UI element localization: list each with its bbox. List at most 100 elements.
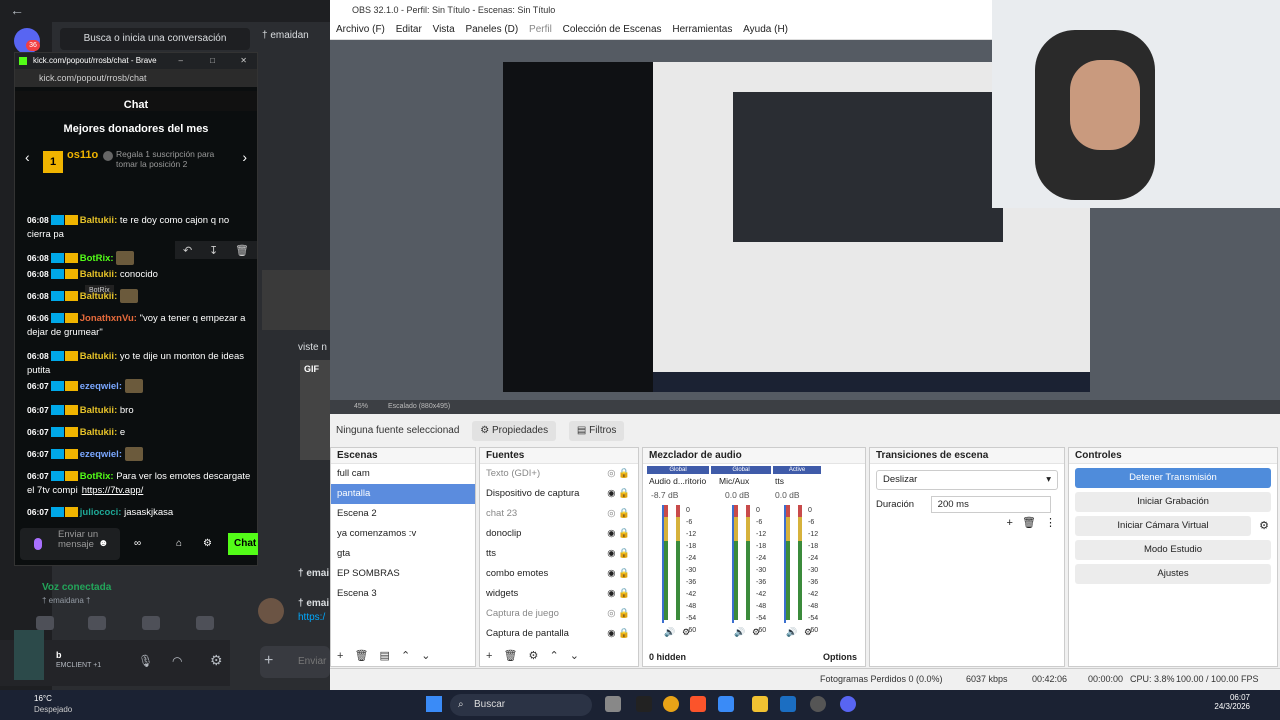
chat-message[interactable]: 06:07 Baltukii: e	[27, 425, 253, 440]
gear-icon[interactable]: ⚙	[682, 627, 690, 638]
screen-share-icon[interactable]	[88, 616, 106, 630]
soundboard-icon[interactable]	[196, 616, 214, 630]
speaker-icon[interactable]: 🔊	[664, 627, 675, 638]
send-chat-button[interactable]: Chat	[228, 533, 258, 555]
properties-button[interactable]: ⚙ Propiedades	[472, 421, 557, 441]
popup-address-bar[interactable]: kick.com/popout/rrosb/chat	[15, 69, 257, 87]
camera-off-icon[interactable]	[36, 616, 54, 630]
gear-icon[interactable]: ⚙	[804, 627, 812, 638]
menu-coleccion-escenas[interactable]: Colección de Escenas	[563, 24, 662, 35]
chat-message[interactable]: 06:08 Baltukii: yo te dije un monton de i…	[27, 349, 253, 378]
gift-subscription-text[interactable]: Regala 1 suscripción para tomar la posic…	[116, 149, 234, 169]
menu-archivo[interactable]: Archivo (F)	[336, 24, 385, 35]
chat-username[interactable]: Baltukii	[80, 405, 114, 416]
store-icon[interactable]: ⌂	[176, 538, 182, 549]
transition-select[interactable]: Deslizar ▾	[876, 470, 1058, 490]
scene-item[interactable]: Escena 2	[331, 504, 475, 524]
chevron-left-icon[interactable]: ‹	[25, 149, 30, 165]
stop-streaming-button[interactable]: Detener Transmisión	[1075, 468, 1271, 488]
chrome-icon[interactable]	[663, 696, 679, 712]
channel-name[interactable]: tts	[775, 476, 784, 486]
volume-slider[interactable]	[784, 505, 786, 623]
chat-message[interactable]: 06:06 JonathxnVu: "voy a tener q empezar …	[27, 311, 253, 340]
speaker-icon[interactable]: 🔊	[734, 627, 745, 638]
chat-username[interactable]: ezeqwiel	[80, 381, 119, 392]
seventv-icon[interactable]: ∞	[134, 538, 141, 549]
add-icon[interactable]: +	[337, 650, 343, 662]
file-explorer-icon[interactable]	[752, 696, 768, 712]
chat-username[interactable]: Baltukii	[80, 269, 114, 280]
hidden-count[interactable]: 0 hidden	[649, 652, 686, 662]
maximize-icon[interactable]: □	[210, 53, 215, 69]
scene-item[interactable]: ya comenzamos :v	[331, 524, 475, 544]
gear-icon[interactable]: ⚙	[529, 650, 539, 662]
discord-back-arrow-icon[interactable]: ←	[0, 0, 330, 22]
duration-input[interactable]: 200 ms	[930, 496, 1051, 513]
chevron-up-icon[interactable]: ⌃	[401, 650, 410, 662]
discord-search-input[interactable]: Busca o inicia una conversación	[60, 28, 250, 50]
discord-message-input[interactable]: + Enviar	[260, 646, 330, 678]
chevron-up-icon[interactable]: ⌃	[549, 650, 558, 662]
chat-message[interactable]: 06:08 BotRix:	[27, 251, 253, 266]
chevron-down-icon[interactable]: ⌄	[570, 650, 579, 662]
menu-paneles[interactable]: Paneles (D)	[465, 24, 518, 35]
menu-perfil[interactable]: Perfil	[529, 24, 552, 35]
chat-username[interactable]: Baltukii	[80, 351, 114, 362]
chat-username[interactable]: ezeqwiel	[80, 449, 119, 460]
windows-start-icon[interactable]	[426, 696, 442, 712]
chat-username[interactable]: BotRix	[80, 471, 111, 482]
microphone-icon[interactable]	[34, 538, 42, 550]
source-item[interactable]: Captura de juego ◎ 🔒	[480, 604, 638, 624]
microphone-icon[interactable]: 🎙	[138, 654, 153, 668]
add-icon[interactable]: +	[486, 650, 492, 662]
store-icon[interactable]	[718, 696, 734, 712]
voice-channel-name[interactable]: † emaidana †	[42, 596, 90, 605]
menu-vista[interactable]: Vista	[433, 24, 455, 35]
chat-message[interactable]: 06:08 Baltukii: conocido	[27, 267, 253, 282]
chat-link[interactable]: https://7tv.app/	[82, 485, 144, 496]
scene-item[interactable]: gta	[331, 544, 475, 564]
scene-item[interactable]: full cam	[331, 464, 475, 484]
activities-icon[interactable]	[142, 616, 160, 630]
studio-mode-button[interactable]: Modo Estudio	[1075, 540, 1271, 560]
task-view-icon[interactable]	[605, 696, 621, 712]
channel-name[interactable]: Mic/Aux	[719, 476, 749, 486]
scene-item-selected[interactable]: pantalla	[331, 484, 475, 504]
obs-taskbar-icon[interactable]	[810, 696, 826, 712]
discord-taskbar-icon[interactable]	[840, 696, 856, 712]
chat-username[interactable]: BotRix	[80, 253, 111, 264]
gear-icon[interactable]: ⚙	[752, 627, 760, 638]
menu-ayuda[interactable]: Ayuda (H)	[743, 24, 788, 35]
speaker-icon[interactable]: 🔊	[786, 627, 797, 638]
settings-gear-icon[interactable]: ⚙	[203, 538, 212, 549]
chat-message[interactable]: 06:08 Baltukii: te re doy como cajon q no…	[27, 213, 253, 242]
menu-editar[interactable]: Editar	[396, 24, 422, 35]
discord-gif-embed[interactable]	[300, 360, 330, 460]
gear-icon[interactable]: ⚙	[1259, 519, 1269, 532]
chevron-down-icon[interactable]: ⌄	[421, 650, 430, 662]
source-item[interactable]: widgets ◉ 🔒	[480, 584, 638, 604]
chat-message[interactable]: 06:07 BotRix: Para ver los emotes descarg…	[27, 469, 253, 498]
chat-username[interactable]: Baltukii	[80, 427, 114, 438]
epic-games-icon[interactable]	[636, 696, 652, 712]
add-icon[interactable]: +	[264, 652, 273, 670]
brave-icon[interactable]	[690, 696, 706, 712]
emoji-icon[interactable]: ☻	[98, 538, 109, 549]
zoom-level[interactable]: 45%	[354, 403, 368, 410]
taskbar-search[interactable]: ⌕ Buscar	[450, 694, 592, 716]
scene-item[interactable]: EP SOMBRAS	[331, 564, 475, 584]
filter-icon[interactable]: ▤	[380, 650, 390, 662]
trash-icon[interactable]: 🗑	[504, 650, 518, 662]
start-recording-button[interactable]: Iniciar Grabación	[1075, 492, 1271, 512]
mixer-options-button[interactable]: Options	[823, 652, 857, 662]
minimize-icon[interactable]: –	[179, 53, 183, 69]
add-icon[interactable]: +	[1006, 517, 1012, 529]
source-item[interactable]: tts ◉ 🔒	[480, 544, 638, 564]
source-item[interactable]: combo emotes ◉ 🔒	[480, 564, 638, 584]
chat-username[interactable]: Baltukii	[80, 291, 114, 302]
start-virtual-camera-button[interactable]: Iniciar Cámara Virtual	[1075, 516, 1251, 536]
chat-username[interactable]: Baltukii	[80, 215, 114, 226]
source-item[interactable]: Captura de pantalla ◉ 🔒	[480, 624, 638, 644]
source-item[interactable]: Dispositivo de captura ◉ 🔒	[480, 484, 638, 504]
scene-item[interactable]: Escena 3	[331, 584, 475, 604]
